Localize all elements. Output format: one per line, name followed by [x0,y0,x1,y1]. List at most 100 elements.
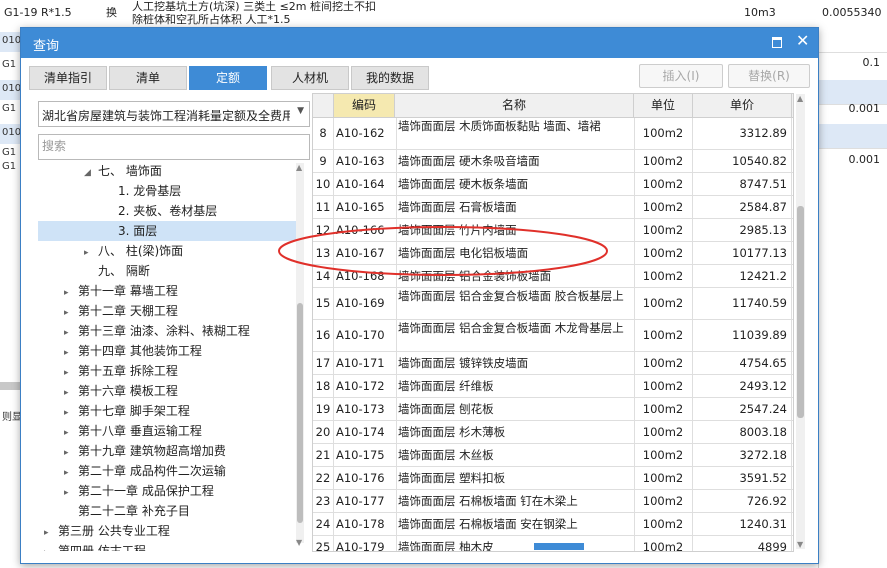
table-row[interactable]: 22 A10-176 墙饰面面层 塑料扣板 100m2 3591.52 [313,467,793,493]
table-row[interactable]: 16 A10-170 墙饰面面层 铝合金复合板墙面 木龙骨基层上 100m2 11039… [313,320,793,352]
tree-node[interactable]: ◢ 七、 墙饰面 [84,161,162,181]
tree-node[interactable]: ▸ 第十三章 油漆、涂料、裱糊工程 [64,321,250,341]
collapsed-arrow-icon[interactable]: ▸ [64,303,78,323]
tab-labor-material[interactable]: 人材机 [271,66,349,90]
cell-no: 8 [313,118,334,149]
header-price[interactable]: 单价 [693,94,792,117]
collapse-panel-button[interactable] [534,543,584,550]
collapsed-arrow-icon[interactable]: ▸ [64,343,78,363]
tree-node-label: 第十五章 拆除工程 [78,364,178,378]
tree-node-label: 1. 龙骨基层 [118,184,182,198]
tree-node[interactable]: ▸ 第二十章 成品构件二次运输 [64,461,226,481]
bg-left-fragment: G1 [2,161,17,172]
tree-scroll-thumb[interactable] [297,303,303,523]
tree-node-label: 七、 墙饰面 [98,164,162,178]
table-row[interactable]: 15 A10-169 墙饰面面层 铝合金复合板墙面 胶合板基层上 100m2 11740… [313,288,793,320]
scroll-up-icon[interactable]: ▲ [797,94,803,103]
cell-no: 12 [313,219,334,241]
tree-node[interactable]: ▸ 第十六章 模板工程 [64,381,178,401]
maximize-icon[interactable] [772,37,782,48]
tree-node[interactable]: ▸ 第十八章 垂直运输工程 [64,421,202,441]
library-select-value: 湖北省房屋建筑与装饰工程消耗量定额及全费用 [42,109,290,123]
table-row[interactable]: 9 A10-163 墙饰面面层 硬木条吸音墙面 100m2 10540.82 [313,150,793,176]
insert-button[interactable]: 插入(I) [639,64,723,88]
table-row[interactable]: 13 A10-167 墙饰面面层 电化铝板墙面 100m2 10177.13 [313,242,793,268]
tree-node[interactable]: ▸ 第二十一章 成品保护工程 [64,481,214,501]
table-row[interactable]: 19 A10-173 墙饰面面层 刨花板 100m2 2547.24 [313,398,793,424]
tree-node-label: 第十七章 脚手架工程 [78,404,190,418]
collapsed-arrow-icon[interactable]: ▸ [64,383,78,403]
bg-right-value: 0.001 [848,153,881,166]
cell-no: 19 [313,398,334,420]
tree-node[interactable]: ▸ 第十二章 天棚工程 [64,301,178,321]
collapsed-arrow-icon[interactable]: ▸ [64,463,78,483]
header-code[interactable]: 编码 [334,94,395,117]
cell-no: 15 [313,288,334,319]
tree-node[interactable]: ▸ 第十五章 拆除工程 [64,361,178,381]
tree-node[interactable]: 3. 面层 [104,221,157,241]
table-scroll-thumb[interactable] [797,206,804,418]
table-row[interactable]: 10 A10-164 墙饰面面层 硬木板条墙面 100m2 8747.51 [313,173,793,199]
table-row[interactable]: 8 A10-162 墙饰面面层 木质饰面板黏贴 墙面、墙裙 100m2 3312.89 [313,118,793,150]
cell-name: 墙饰面面层 柚木皮 [395,536,635,551]
table-row[interactable]: 14 A10-168 墙饰面面层 铝合金装饰板墙面 100m2 12421.2 [313,265,793,291]
cell-price: 4754.65 [693,352,792,374]
scroll-down-icon[interactable]: ▼ [296,538,302,547]
tree-node[interactable]: 1. 龙骨基层 [104,181,181,201]
tree-node[interactable]: 九、 隔断 [84,261,150,281]
table-row[interactable]: 24 A10-178 墙饰面面层 石棉板墙面 安在钢梁上 100m2 1240.31 [313,513,793,539]
tree-node-label: 2. 夹板、卷材基层 [118,204,218,218]
collapsed-arrow-icon[interactable]: ▸ [84,243,98,263]
header-name[interactable]: 名称 [395,94,634,117]
close-icon[interactable]: ✕ [796,31,809,50]
table-row[interactable]: 11 A10-165 墙饰面面层 石膏板墙面 100m2 2584.87 [313,196,793,222]
collapsed-arrow-icon[interactable]: ▸ [64,283,78,303]
tab-list-guide[interactable]: 清单指引 [29,66,107,90]
scroll-down-icon[interactable]: ▼ [797,540,803,549]
cell-no: 23 [313,490,334,512]
table-row[interactable]: 17 A10-171 墙饰面面层 镀锌铁皮墙面 100m2 4754.65 [313,352,793,378]
expanded-arrow-icon[interactable]: ◢ [84,163,98,183]
replace-button[interactable]: 替换(R) [728,64,810,88]
tree-node[interactable]: ▸ 第十七章 脚手架工程 [64,401,190,421]
collapsed-arrow-icon[interactable]: ▸ [64,323,78,343]
collapsed-arrow-icon[interactable]: ▸ [64,423,78,443]
tree-node[interactable]: 第二十二章 补充子目 [64,501,190,521]
tab-my-data[interactable]: 我的数据 [351,66,429,90]
collapsed-arrow-icon[interactable]: ▸ [64,363,78,383]
tree-node[interactable]: ▸ 八、 柱(梁)饰面 [84,241,183,261]
tree-node[interactable]: ▸ 第十九章 建筑物超高增加费 [64,441,226,461]
tab-list[interactable]: 清单 [109,66,187,90]
table-row[interactable]: 18 A10-172 墙饰面面层 纤维板 100m2 2493.12 [313,375,793,401]
table-row[interactable]: 23 A10-177 墙饰面面层 石棉板墙面 钉在木梁上 100m2 726.92 [313,490,793,516]
cell-no: 14 [313,265,334,287]
tree-node[interactable]: 2. 夹板、卷材基层 [104,201,217,221]
cell-name: 墙饰面面层 木质饰面板黏贴 墙面、墙裙 [395,118,635,150]
search-input[interactable] [39,135,304,157]
cell-unit: 100m2 [634,467,693,489]
cell-no: 17 [313,352,334,374]
tree-node[interactable]: ▸ 第三册 公共专业工程 [44,521,170,541]
dialog-titlebar[interactable]: 查询 ✕ [21,28,818,58]
tree-node[interactable]: ▸ 第十四章 其他装饰工程 [64,341,202,361]
quota-tree: ◢ 七、 墙饰面 1. 龙骨基层 2. 夹板、卷材基层 3. 面层 ▸ 八、 柱(梁)饰面九… [38,161,308,551]
tree-node[interactable]: ▸ 第十一章 幕墙工程 [64,281,178,301]
collapsed-arrow-icon[interactable]: ▸ [44,543,58,551]
cell-no: 9 [313,150,334,172]
tree-scrollbar[interactable] [296,163,304,543]
tab-quota[interactable]: 定额 [189,66,267,90]
table-row[interactable]: 21 A10-175 墙饰面面层 木丝板 100m2 3272.18 [313,444,793,470]
table-row[interactable]: 12 A10-166 墙饰面面层 竹片内墙面 100m2 2985.13 [313,219,793,245]
bg-right-value: 0.1 [862,56,881,69]
cell-price: 12421.2 [693,265,792,287]
tree-node[interactable]: ▸第四册 仿古工程 [44,541,146,551]
collapsed-arrow-icon[interactable]: ▸ [64,483,78,503]
table-scrollbar[interactable] [796,94,805,549]
collapsed-arrow-icon[interactable]: ▸ [64,403,78,423]
library-select[interactable]: 湖北省房屋建筑与装饰工程消耗量定额及全费用 ▼ [38,101,310,127]
collapsed-arrow-icon[interactable]: ▸ [64,443,78,463]
table-row[interactable]: 20 A10-174 墙饰面面层 杉木薄板 100m2 8003.18 [313,421,793,447]
header-unit[interactable]: 单位 [634,94,693,117]
collapsed-arrow-icon[interactable]: ▸ [44,523,58,543]
scroll-up-icon[interactable]: ▲ [296,163,302,172]
